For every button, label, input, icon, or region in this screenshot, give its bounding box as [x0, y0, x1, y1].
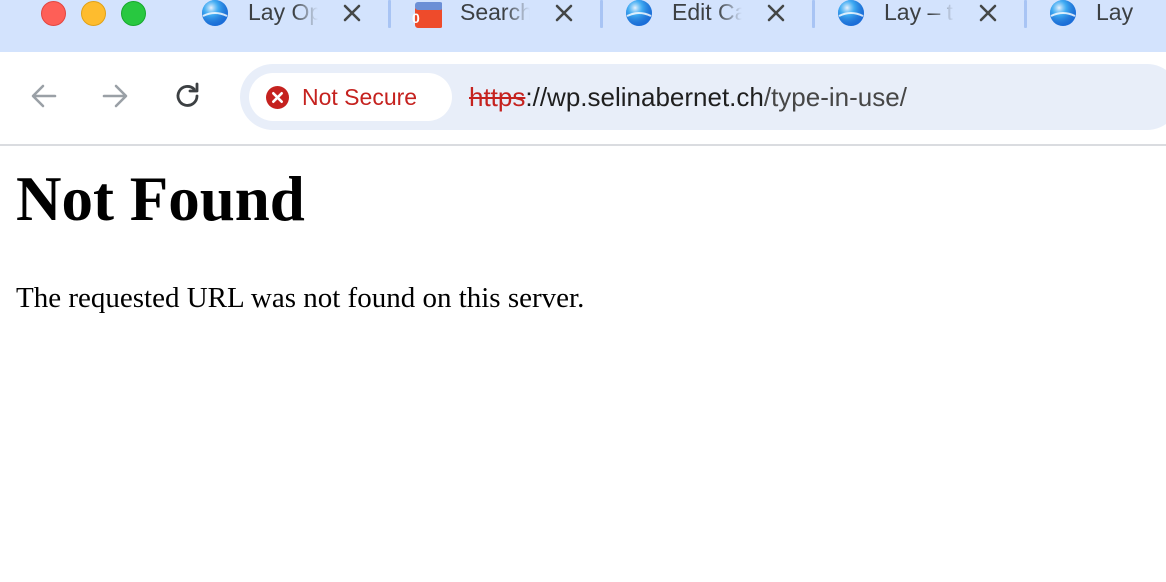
- browser-toolbar: Not Secure https://wp.selinabernet.ch/ty…: [0, 52, 1166, 145]
- page-title: Not Found: [16, 164, 305, 234]
- svg-text:0: 0: [412, 10, 420, 26]
- tab-separator: [388, 0, 391, 28]
- url-separator: ://: [525, 82, 548, 112]
- close-icon[interactable]: [552, 1, 576, 25]
- reload-icon[interactable]: [170, 78, 206, 114]
- tab-separator: [812, 0, 815, 28]
- tab-separator: [600, 0, 603, 28]
- url-text[interactable]: https://wp.selinabernet.ch/type-in-use/: [469, 80, 907, 114]
- globe-icon: [838, 0, 864, 26]
- tab-title: Lay – t: [884, 0, 954, 25]
- tab-title: Lay Op: [248, 0, 318, 25]
- tab-title: Search: [460, 0, 530, 25]
- arrow-left-icon[interactable]: [26, 78, 62, 114]
- globe-icon: [202, 0, 228, 26]
- tab-title: Lay: [1096, 0, 1134, 25]
- security-chip[interactable]: Not Secure: [249, 73, 452, 121]
- window-maximize-button[interactable]: [121, 1, 146, 26]
- tab-strip: Lay Op 0 Search Edit Ca Lay – t Lay: [0, 0, 1166, 52]
- window-close-button[interactable]: [41, 1, 66, 26]
- window-minimize-button[interactable]: [81, 1, 106, 26]
- error-x-icon: [266, 86, 289, 109]
- tab-search[interactable]: 0 Search: [412, 0, 612, 28]
- tab-separator: [1024, 0, 1027, 28]
- page-content: Not Found The requested URL was not foun…: [0, 146, 1166, 582]
- url-path: /type-in-use/: [763, 82, 907, 112]
- globe-icon: [626, 0, 652, 26]
- close-icon[interactable]: [976, 1, 1000, 25]
- url-host: wp.selinabernet.ch: [547, 82, 764, 112]
- tab-lay[interactable]: Lay – t: [836, 0, 1036, 28]
- security-label: Not Secure: [302, 84, 418, 110]
- error-message: The requested URL was not found on this …: [16, 282, 585, 314]
- arrow-right-icon[interactable]: [97, 78, 133, 114]
- tab-lay-op[interactable]: Lay Op: [200, 0, 400, 28]
- url-scheme: https: [469, 82, 526, 112]
- badge-app-icon: 0: [412, 2, 442, 28]
- address-bar[interactable]: Not Secure https://wp.selinabernet.ch/ty…: [240, 64, 1166, 130]
- tab-lay-2[interactable]: Lay: [1048, 0, 1166, 28]
- tab-title: Edit Ca: [672, 0, 742, 25]
- tab-edit[interactable]: Edit Ca: [624, 0, 824, 28]
- globe-icon: [1050, 0, 1076, 26]
- close-icon[interactable]: [340, 1, 364, 25]
- close-icon[interactable]: [764, 1, 788, 25]
